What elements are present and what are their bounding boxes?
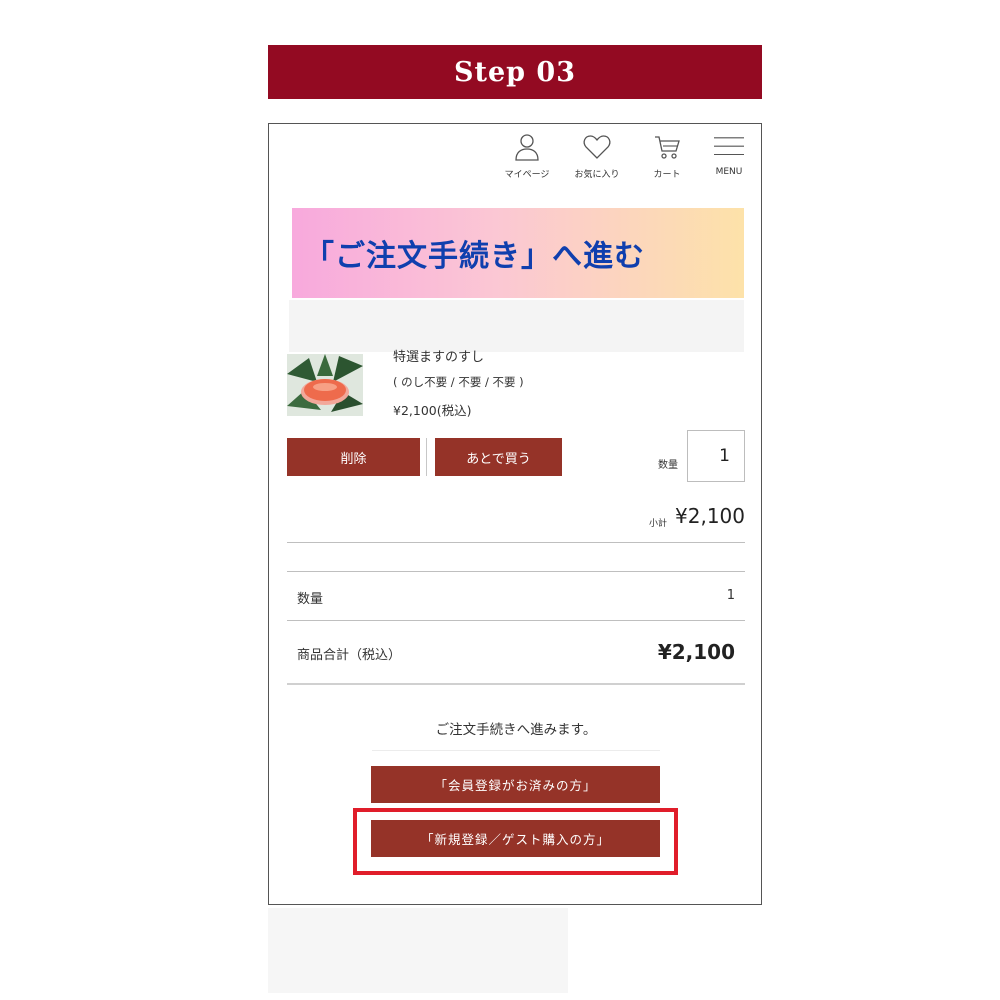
favorites-link[interactable]: お気に入り xyxy=(571,132,623,180)
menu-label: MENU xyxy=(715,167,743,177)
summary-total-label: 商品合計（税込） xyxy=(297,648,402,663)
summary-total-value: ¥2,100 xyxy=(657,640,735,664)
header-nav: マイページ お気に入り カート MENU xyxy=(501,132,747,180)
phone-screen: マイページ お気に入り カート MENU 「ご注文手続き」へ進む 特選ますのすし… xyxy=(268,123,762,905)
quantity-label: 数量 xyxy=(658,460,678,471)
heart-icon xyxy=(583,135,611,159)
product-options: ( のし不要 / 不要 / 不要 ) xyxy=(393,375,524,389)
guest-button-highlight xyxy=(353,808,678,875)
product-name[interactable]: 特選ますのすし xyxy=(393,346,484,365)
mypage-link[interactable]: マイページ xyxy=(501,132,553,180)
subtotal-label: 小計 xyxy=(649,519,668,529)
divider xyxy=(287,542,745,543)
summary-quantity-value: 1 xyxy=(726,588,735,603)
step-title: Step 03 xyxy=(453,56,576,88)
mypage-label: マイページ xyxy=(504,170,550,180)
member-login-button[interactable]: 「会員登録がお済みの方」 xyxy=(371,766,660,803)
divider xyxy=(372,750,660,751)
button-divider xyxy=(426,438,427,476)
product-price: ¥2,100(税込) xyxy=(393,403,472,418)
callout-shadow xyxy=(289,300,744,352)
divider xyxy=(287,620,745,621)
cart-link[interactable]: カート xyxy=(641,132,693,180)
divider xyxy=(287,571,745,572)
step-banner: Step 03 xyxy=(268,45,762,99)
subtotal-value: ¥2,100 xyxy=(675,504,745,528)
cart-label: カート xyxy=(653,170,681,180)
delete-button[interactable]: 削除 xyxy=(287,438,420,476)
buy-later-button[interactable]: あとで買う xyxy=(435,438,562,476)
instruction-callout: 「ご注文手続き」へ進む xyxy=(292,208,744,298)
callout-text: 「ご注文手続き」へ進む xyxy=(304,239,645,274)
cart-icon xyxy=(655,136,680,159)
person-icon xyxy=(515,134,539,161)
summary-quantity-label: 数量 xyxy=(297,592,324,607)
lower-background xyxy=(268,908,568,993)
menu-button[interactable]: MENU xyxy=(711,132,747,177)
divider xyxy=(287,683,745,685)
proceed-message: ご注文手続きへ進みます。 xyxy=(435,722,597,738)
favorites-label: お気に入り xyxy=(574,170,620,180)
product-image[interactable] xyxy=(287,354,363,416)
quantity-input[interactable]: 1 xyxy=(687,430,745,482)
hamburger-icon xyxy=(714,137,744,156)
